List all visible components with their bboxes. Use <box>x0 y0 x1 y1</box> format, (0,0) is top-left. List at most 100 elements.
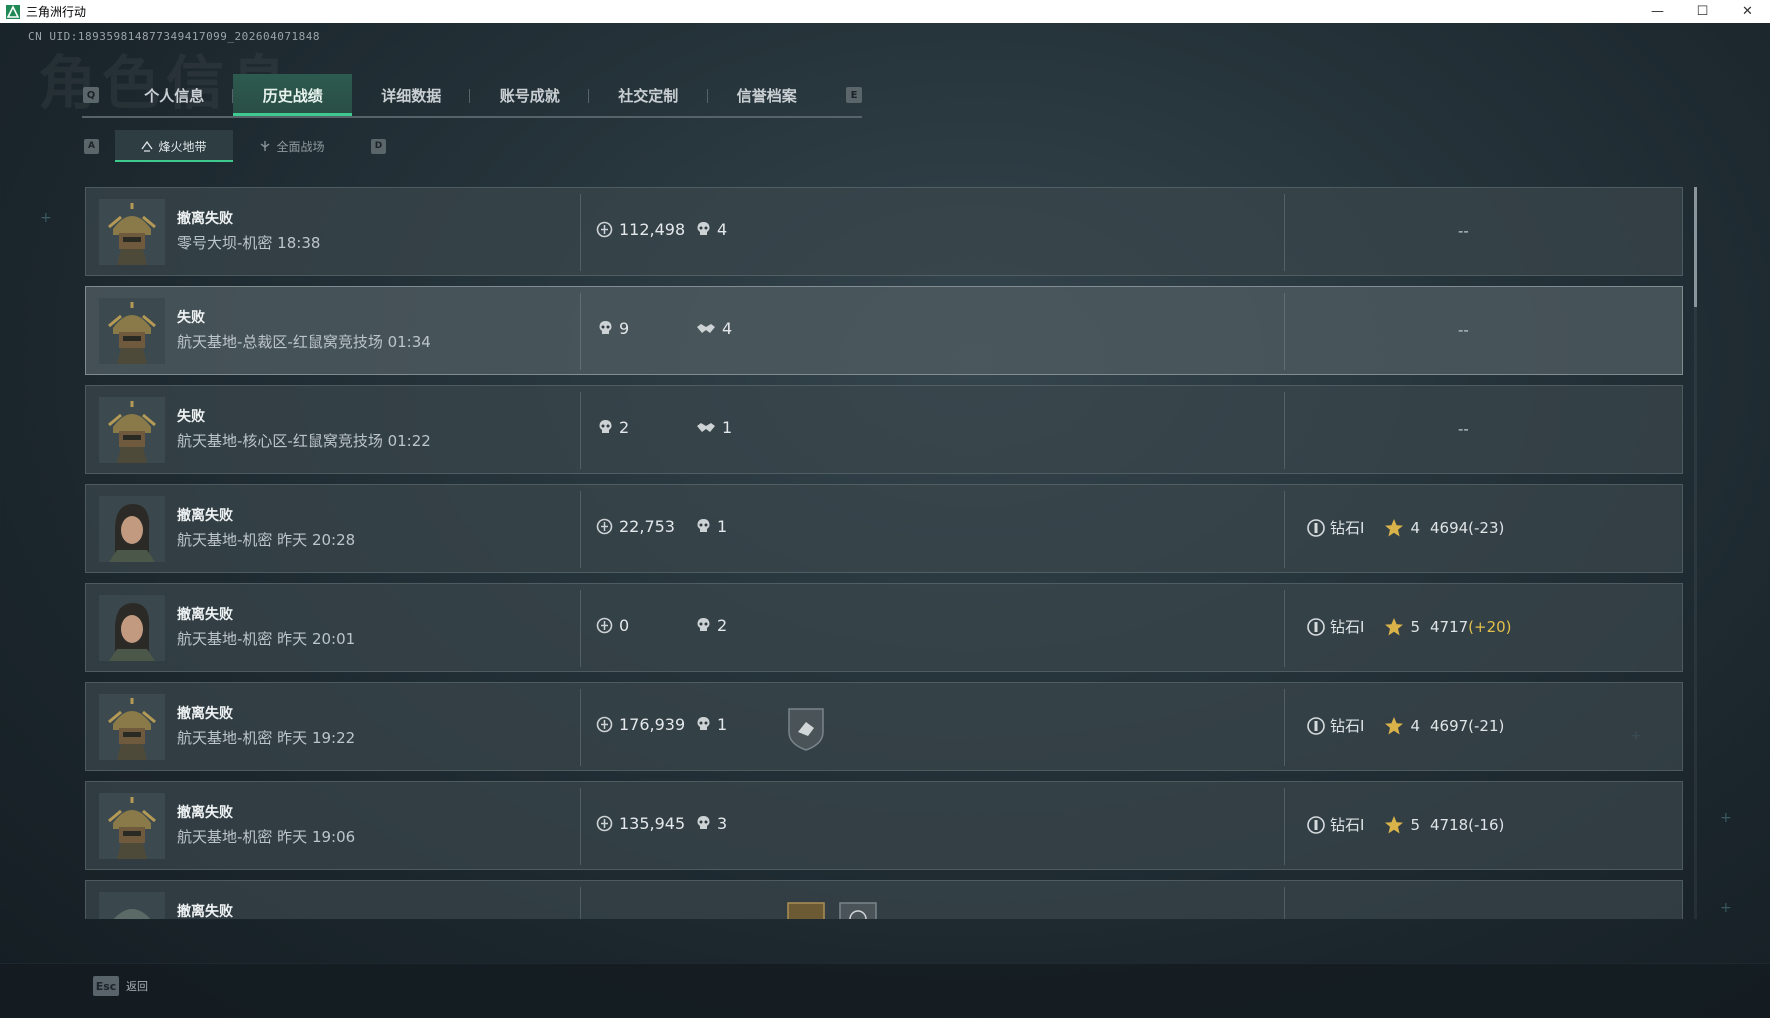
match-row[interactable]: 撤离失败 航天基地-机密 昨天 19:06 135,945 3 钻石I 5 47… <box>85 781 1683 870</box>
match-result: 撤离失败 <box>177 706 233 722</box>
row-divider <box>580 887 581 919</box>
tab-hazard-zone-label: 烽火地带 <box>158 139 207 154</box>
match-result: 撤离失败 <box>177 211 233 227</box>
tab-reputation[interactable]: 信誉档案 <box>708 74 827 116</box>
match-history-list: 撤离失败 零号大坝-机密 18:38 112,498 4 -- 失败 航天基地-… <box>85 187 1685 919</box>
key-hint-e[interactable]: E <box>846 87 862 103</box>
match-result: 撤离失败 <box>177 508 233 524</box>
row-divider <box>1284 392 1285 469</box>
tab-personal-info[interactable]: 个人信息 <box>115 74 234 116</box>
rank-name: 钻石I <box>1330 519 1365 537</box>
match-row[interactable]: 失败 航天基地-核心区-红鼠窝竞技场 01:22 2 1 -- <box>85 385 1683 474</box>
diamond-rank-icon <box>1307 815 1325 834</box>
match-row[interactable]: 撤离失败 航天基地-机密 昨天 20:01 0 2 钻石I 5 4717 (+2… <box>85 583 1683 672</box>
skull-icon <box>697 816 710 829</box>
skull-icon <box>697 222 710 235</box>
back-label: 返回 <box>126 980 148 993</box>
kill-count-text: 2 <box>717 616 728 635</box>
operator-avatar-female <box>99 496 165 562</box>
match-map: 航天基地-核心区-红鼠窝竞技场 01:22 <box>177 432 431 450</box>
kill-count: 9 <box>598 319 629 338</box>
kill-count: 1 <box>696 715 727 734</box>
loot-value-text: 0 <box>619 616 630 635</box>
kill-count-text: 9 <box>619 319 630 338</box>
operator-avatar-helmet <box>99 892 165 919</box>
match-row[interactable]: 失败 航天基地-总裁区-红鼠窝竞技场 01:34 9 4 -- <box>85 286 1683 375</box>
coin-icon <box>596 815 613 832</box>
mode-tabs: A 烽火地带 全面战场 D <box>84 130 386 162</box>
match-map: 航天基地-机密 昨天 19:06 <box>177 828 356 846</box>
diamond-rank-icon <box>1307 716 1325 735</box>
rank-score: 4694 <box>1429 518 1469 537</box>
operator-avatar-masked <box>99 397 165 463</box>
match-result: 撤离失败 <box>177 805 233 821</box>
match-result: 撤离失败 <box>177 607 233 623</box>
row-divider <box>1284 194 1285 271</box>
key-hint-a[interactable]: A <box>84 138 99 154</box>
kill-count-text: 1 <box>717 715 728 734</box>
rank-name: 钻石I <box>1330 618 1365 636</box>
tab-detailed-data[interactable]: 详细数据 <box>352 74 471 116</box>
match-row[interactable]: 撤离失败 航天基地-机密 昨天 19:22 176,939 1 钻石I 4 46… <box>85 682 1683 771</box>
target-badge-icon[interactable] <box>838 901 878 919</box>
match-result: 失败 <box>177 409 205 425</box>
tab-achievements[interactable]: 账号成就 <box>470 74 589 116</box>
kill-count: 4 <box>696 220 727 239</box>
loot-value-text: 176,939 <box>619 715 686 734</box>
tab-hazard-zone[interactable]: 烽火地带 <box>115 130 233 162</box>
key-hint-q[interactable]: Q <box>83 87 99 103</box>
match-row[interactable]: 撤离失败 零号大坝-机密 18:38 112,498 4 -- <box>85 187 1683 276</box>
match-row[interactable]: 撤离失败 <box>85 880 1683 919</box>
rank-placeholder: -- <box>1458 222 1469 240</box>
tab-history[interactable]: 历史战绩 <box>233 74 352 116</box>
kill-count: 2 <box>696 616 727 635</box>
assist-count: 4 <box>696 319 732 338</box>
rank-info: 钻石I 4 4694 (-23) <box>1306 517 1504 538</box>
star-icon <box>1385 815 1404 833</box>
rank-delta: (-21) <box>1468 716 1505 735</box>
rank-name: 钻石I <box>1330 816 1365 834</box>
list-scrollbar[interactable] <box>1694 187 1697 919</box>
esc-keycap: Esc <box>93 976 119 996</box>
match-map: 航天基地-机密 昨天 19:22 <box>177 729 356 747</box>
row-divider <box>1284 887 1285 919</box>
row-divider <box>1284 788 1285 865</box>
diamond-rank-icon <box>1307 518 1325 537</box>
kill-count-text: 4 <box>717 220 728 239</box>
rank-placeholder: -- <box>1458 420 1469 438</box>
coin-icon <box>596 221 613 238</box>
row-divider <box>1284 689 1285 766</box>
rank-name: 钻石I <box>1330 717 1365 735</box>
rank-stars: 4 <box>1410 716 1420 735</box>
operator-avatar-masked <box>99 793 165 859</box>
warfare-icon <box>261 141 270 151</box>
rank-info: 钻石I 5 4718 (-16) <box>1306 814 1504 835</box>
loot-value-text: 135,945 <box>619 814 686 833</box>
scrollbar-thumb[interactable] <box>1694 187 1697 307</box>
maximize-button[interactable]: ☐ <box>1680 0 1725 23</box>
app-logo-icon <box>6 4 20 19</box>
row-divider <box>580 491 581 568</box>
back-button[interactable]: Esc 返回 <box>93 976 148 996</box>
close-button[interactable]: ✕ <box>1725 0 1770 23</box>
decor-cross-icon: + <box>1720 900 1732 916</box>
loot-value: 135,945 <box>596 814 685 833</box>
key-hint-d[interactable]: D <box>371 138 386 154</box>
row-divider <box>580 194 581 271</box>
rank-placeholder: -- <box>1458 321 1469 339</box>
gold-badge-icon[interactable] <box>786 901 826 919</box>
loot-value: 112,498 <box>596 220 685 239</box>
handshake-icon <box>697 423 715 432</box>
match-row[interactable]: 撤离失败 航天基地-机密 昨天 20:28 22,753 1 钻石I 4 469… <box>85 484 1683 573</box>
rank-score: 4697 <box>1429 716 1469 735</box>
row-divider <box>1284 293 1285 370</box>
shield-badge-icon[interactable] <box>786 706 826 752</box>
row-divider <box>1284 491 1285 568</box>
rank-delta: (-23) <box>1468 518 1505 537</box>
tab-social[interactable]: 社交定制 <box>589 74 708 116</box>
minimize-button[interactable]: — <box>1635 0 1680 23</box>
handshake-icon <box>697 324 715 333</box>
tab-warfare[interactable]: 全面战场 <box>233 130 351 162</box>
loot-value: 22,753 <box>596 517 675 536</box>
row-divider <box>580 293 581 370</box>
